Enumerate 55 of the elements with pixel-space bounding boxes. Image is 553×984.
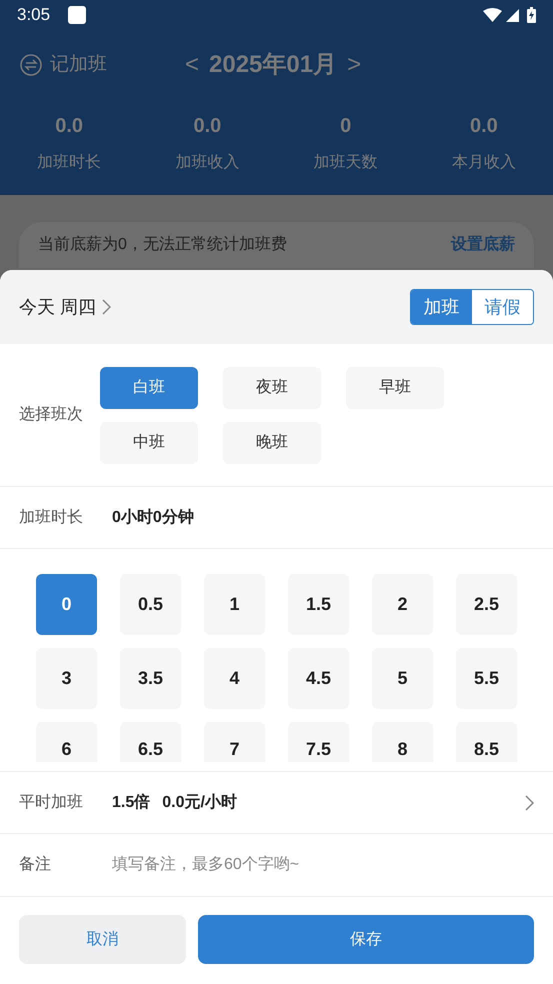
hour-option[interactable]: 2 xyxy=(372,574,433,635)
hour-option[interactable]: 7.5 xyxy=(288,722,349,762)
hour-option[interactable]: 5.5 xyxy=(456,648,517,709)
hour-option[interactable]: 1 xyxy=(204,574,265,635)
shift-option[interactable]: 早班 xyxy=(346,366,444,408)
hour-option[interactable]: 3 xyxy=(36,648,97,709)
shift-option[interactable]: 中班 xyxy=(100,422,198,464)
hour-option[interactable]: 8.5 xyxy=(456,722,517,762)
hour-option[interactable]: 3.5 xyxy=(120,648,181,709)
rate-value: 0.0元/小时 xyxy=(162,792,237,812)
battery-icon xyxy=(527,7,536,23)
rate-multiplier: 1.5倍 xyxy=(112,792,150,812)
duration-value: 0小时0分钟 xyxy=(112,508,194,528)
stat-value: 0.0 xyxy=(193,114,222,138)
shift-option[interactable]: 晚班 xyxy=(223,422,321,464)
hour-option[interactable]: 6 xyxy=(36,722,97,762)
hour-option[interactable]: 2.5 xyxy=(456,574,517,635)
stat-value: 0 xyxy=(340,114,352,138)
stat-label: 本月收入 xyxy=(452,152,516,172)
save-button[interactable]: 保存 xyxy=(198,915,534,964)
notice-text: 当前底薪为0，无法正常统计加班费 xyxy=(38,234,287,255)
mode-tab[interactable]: 请假 xyxy=(472,290,533,324)
page-title: 记加班 xyxy=(50,52,107,77)
hour-option[interactable]: 6.5 xyxy=(120,722,181,762)
hour-option[interactable]: 0 xyxy=(36,574,97,635)
hour-option[interactable]: 0.5 xyxy=(120,574,181,635)
switch-icon[interactable] xyxy=(20,54,42,76)
wifi-icon xyxy=(483,8,502,22)
hour-option[interactable]: 1.5 xyxy=(288,574,349,635)
cancel-button[interactable]: 取消 xyxy=(19,915,186,964)
chevron-right-icon[interactable] xyxy=(525,794,534,810)
notification-icon xyxy=(68,6,86,24)
hour-option[interactable]: 4 xyxy=(204,648,265,709)
chevron-right-icon xyxy=(102,299,112,315)
note-label: 备注 xyxy=(19,854,52,875)
mode-tab[interactable]: 加班 xyxy=(411,290,472,324)
stat-value: 0.0 xyxy=(55,114,84,138)
month-title: 2025年01月 xyxy=(209,50,338,80)
signal-icon xyxy=(506,8,519,22)
status-time: 3:05 xyxy=(17,4,50,26)
shift-label: 选择班次 xyxy=(19,404,84,425)
hour-option[interactable]: 5 xyxy=(372,648,433,709)
stat-label: 加班天数 xyxy=(314,152,378,172)
duration-label: 加班时长 xyxy=(19,508,84,528)
hour-option[interactable]: 8 xyxy=(372,722,433,762)
hour-option[interactable]: 7 xyxy=(204,722,265,762)
shift-option[interactable]: 夜班 xyxy=(223,366,321,408)
stat-label: 加班时长 xyxy=(37,152,102,172)
stat-label: 加班收入 xyxy=(175,152,240,172)
shift-option[interactable]: 白班 xyxy=(100,366,198,408)
hour-option[interactable]: 4.5 xyxy=(288,648,349,709)
rate-label: 平时加班 xyxy=(19,792,84,812)
stat-value: 0.0 xyxy=(470,114,498,138)
note-field[interactable]: 填写备注，最多60个字哟~ xyxy=(112,853,534,877)
date-selector[interactable]: 今天 周四 xyxy=(19,294,112,320)
